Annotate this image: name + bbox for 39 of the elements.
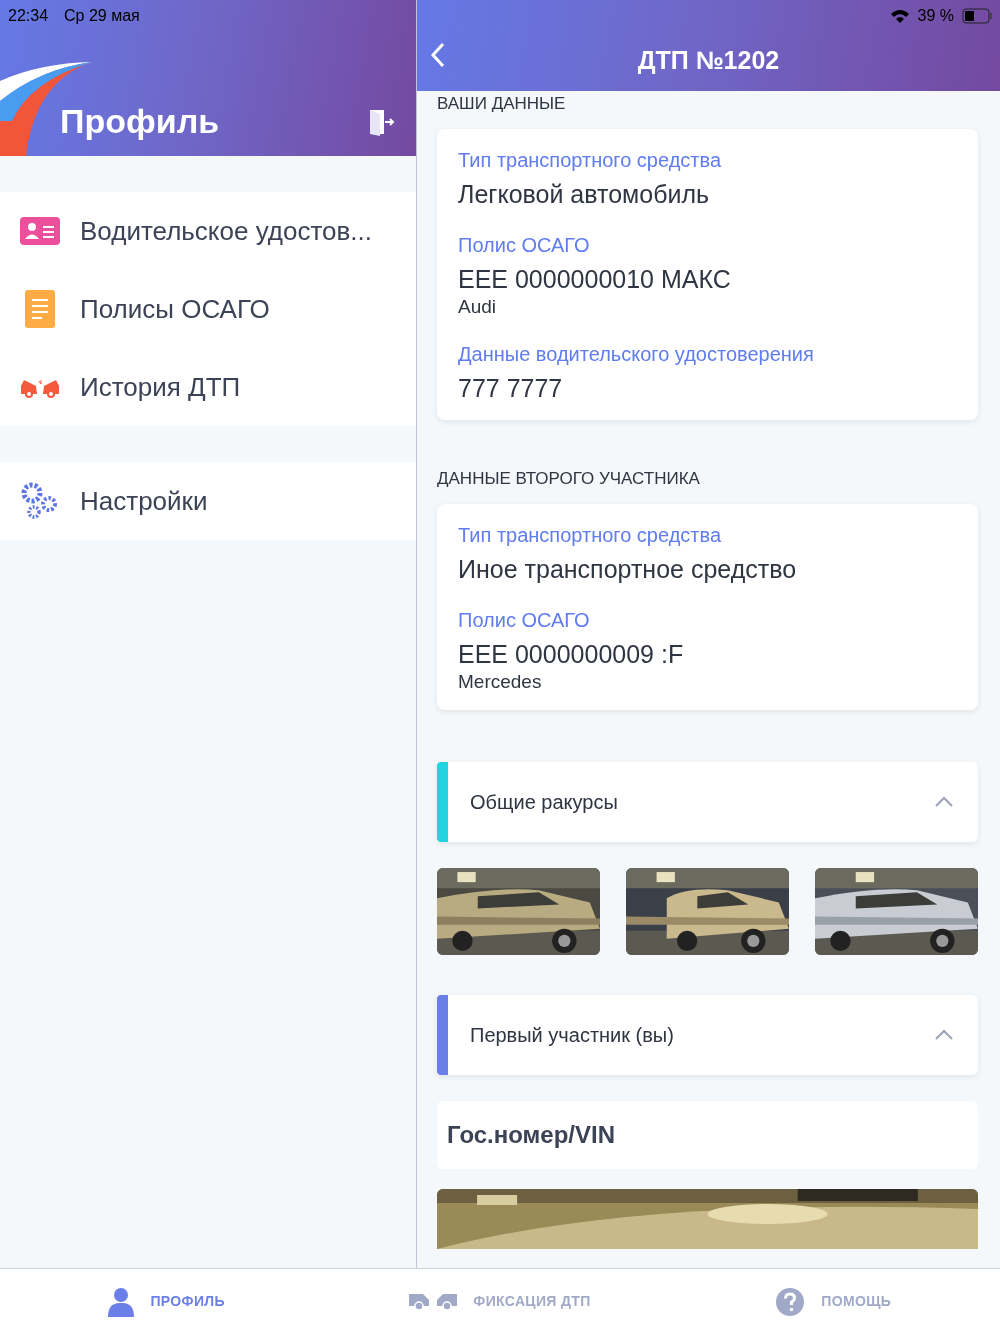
menu-item[interactable]: Водительское удостов... — [0, 192, 416, 270]
section-heading: ДАННЫЕ ВТОРОГО УЧАСТНИКА — [437, 468, 700, 490]
menu-item[interactable]: История ДТП — [0, 348, 416, 426]
profile-title: Профиль — [60, 101, 220, 142]
field-label: Тип транспортного средства — [458, 147, 721, 173]
wifi-icon — [889, 8, 910, 24]
field-value: ЕЕЕ 0000000009 :F — [458, 638, 684, 670]
field-value: ЕЕЕ 0000000010 МАКС — [458, 263, 731, 295]
field-label: Полис ОСАГО — [458, 232, 590, 258]
field-label: Данные водительского удостоверения — [458, 341, 814, 367]
logout-button[interactable] — [368, 107, 396, 136]
exit-door-icon — [368, 107, 396, 136]
gears-icon — [20, 481, 60, 521]
menu-item[interactable]: Полисы ОСАГО — [0, 270, 416, 348]
field-value: 777 7777 — [458, 372, 563, 404]
back-button[interactable] — [431, 42, 445, 68]
section-heading: ВАШИ ДАННЫЕ — [437, 93, 566, 115]
field-note: Mercedes — [458, 670, 542, 694]
document-icon — [25, 290, 55, 328]
status-time: 22:34 — [8, 6, 49, 26]
status-date: Ср 29 мая — [64, 6, 140, 26]
accordion-header[interactable]: Первый участник (вы) — [437, 994, 978, 1075]
id-card-icon — [20, 217, 60, 245]
car-crash-icon — [409, 1292, 458, 1311]
tab-item[interactable]: ПРОФИЛЬ — [0, 1269, 334, 1334]
menu-item[interactable]: Настройки — [0, 462, 416, 540]
battery-percent: 39 % — [917, 6, 954, 26]
field-value: Легковой автомобиль — [458, 178, 710, 210]
person-icon — [108, 1286, 135, 1317]
subsection-title: Гос.номер/VIN — [447, 1119, 616, 1150]
field-label: Тип транспортного средства — [458, 522, 721, 548]
field-note: Audi — [458, 295, 497, 319]
screen-title: ДТП №1202 — [637, 45, 780, 76]
help-icon — [775, 1286, 806, 1317]
field-value: Иное транспортное средство — [458, 553, 797, 585]
back-icon — [431, 42, 445, 68]
accordion-header[interactable]: Общие ракурсы — [437, 761, 978, 842]
battery-icon — [962, 8, 992, 24]
field-label: Полис ОСАГО — [458, 607, 590, 633]
